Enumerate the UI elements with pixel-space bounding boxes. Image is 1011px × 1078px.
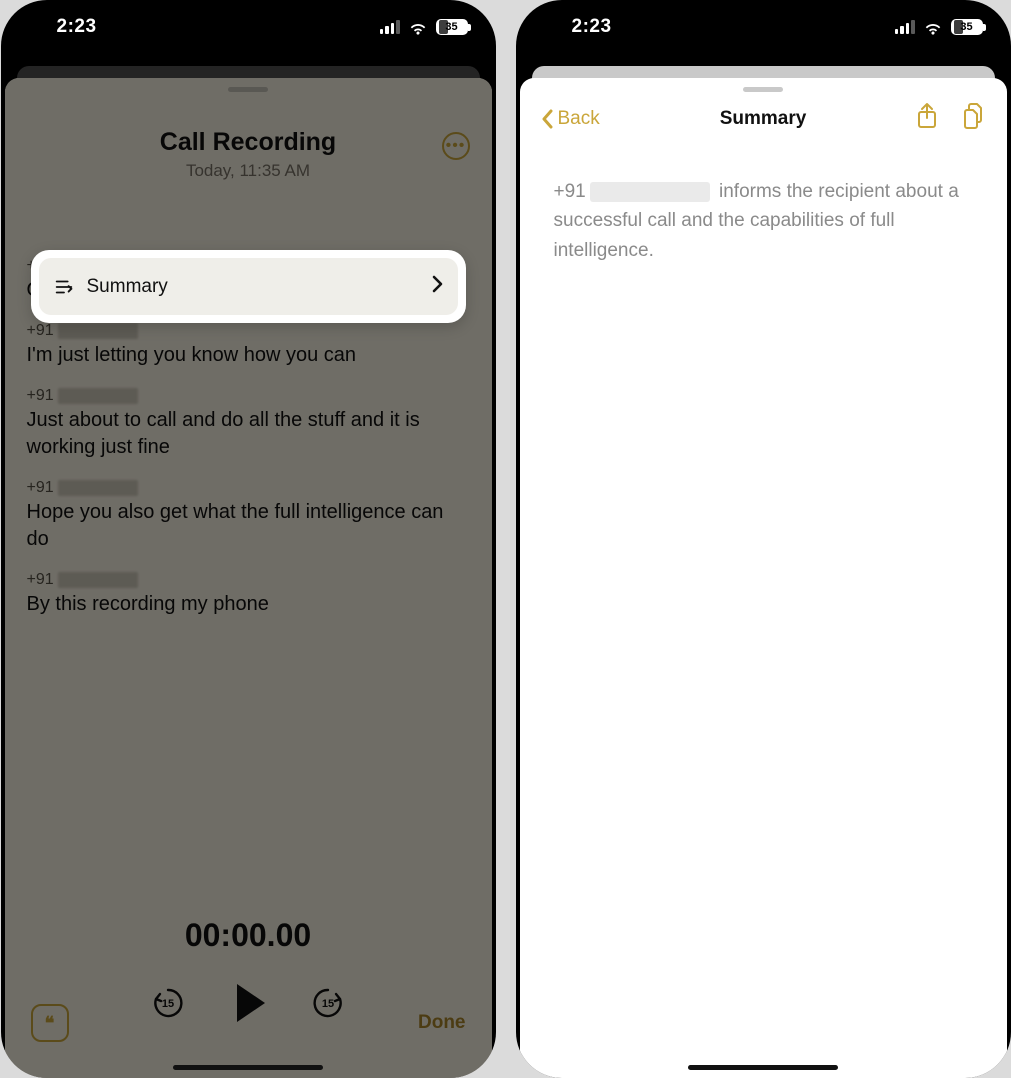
quote-icon: ❝ <box>45 1013 55 1034</box>
redacted-number <box>58 572 138 588</box>
chevron-right-icon <box>430 274 444 299</box>
transcript-toggle-button[interactable]: ❝ <box>31 1004 69 1042</box>
status-bar: 2:23 35 <box>1 0 496 54</box>
transcript-entry: +91 By this recording my phone <box>27 571 470 618</box>
status-icons: 35 <box>895 19 983 35</box>
battery-indicator: 35 <box>951 19 983 35</box>
phone-right: 2:23 35 Back <box>516 0 1011 1078</box>
ellipsis-icon: ••• <box>446 138 466 154</box>
caller-prefix: +91 <box>27 322 54 340</box>
back-button[interactable]: Back <box>540 108 600 130</box>
summary-text-body: +91 informs the recipient about a succes… <box>520 135 1007 265</box>
summary-sheet: Back Summary <box>520 78 1007 1078</box>
caller-prefix: +91 <box>27 571 54 589</box>
home-indicator[interactable] <box>688 1065 838 1070</box>
copy-button[interactable] <box>961 102 987 135</box>
transcript-text: I'm just letting you know how you can <box>27 342 470 369</box>
transcript-text: Hope you also get what the full intellig… <box>27 499 470 553</box>
status-time: 2:23 <box>572 16 612 38</box>
summary-label: Summary <box>87 276 418 298</box>
cellular-signal-icon <box>895 20 915 34</box>
redacted-number <box>58 388 138 404</box>
share-button[interactable] <box>915 102 939 135</box>
playback-timer: 00:00.00 <box>5 917 492 954</box>
phone-left: 2:23 35 Call Recording Today, <box>1 0 496 1078</box>
sheet-grabber[interactable] <box>228 87 268 92</box>
back-label: Back <box>558 108 600 130</box>
transcript-text: By this recording my phone <box>27 591 470 618</box>
chevron-left-icon <box>540 108 554 130</box>
transcript-entry: +91 I'm just letting you know how you ca… <box>27 322 470 369</box>
caller-prefix: +91 <box>27 479 54 497</box>
battery-indicator: 35 <box>436 19 468 35</box>
wifi-icon <box>408 20 428 34</box>
done-button[interactable]: Done <box>418 1012 466 1034</box>
status-time: 2:23 <box>57 16 97 38</box>
status-icons: 35 <box>380 19 468 35</box>
documents-icon <box>961 102 987 130</box>
status-bar: 2:23 35 <box>516 0 1011 54</box>
redacted-number <box>590 182 710 202</box>
wifi-icon <box>923 20 943 34</box>
summary-row-card[interactable]: Summary <box>31 250 466 323</box>
caller-prefix: +91 <box>27 387 54 405</box>
page-subtitle: Today, 11:35 AM <box>5 161 492 181</box>
transcript-entry: +91 Just about to call and do all the st… <box>27 387 470 461</box>
redacted-number <box>58 480 138 496</box>
page-title: Call Recording <box>5 128 492 157</box>
home-indicator[interactable] <box>173 1065 323 1070</box>
more-button[interactable]: ••• <box>442 132 470 160</box>
transcript-entry: +91 Hope you also get what the full inte… <box>27 479 470 553</box>
recording-sheet: Call Recording Today, 11:35 AM ••• +91 O… <box>5 78 492 1078</box>
summary-prefix: +91 <box>554 181 586 202</box>
summary-icon <box>53 276 75 298</box>
share-icon <box>915 102 939 130</box>
transcript-text: Just about to call and do all the stuff … <box>27 407 470 461</box>
redacted-number <box>58 323 138 339</box>
cellular-signal-icon <box>380 20 400 34</box>
